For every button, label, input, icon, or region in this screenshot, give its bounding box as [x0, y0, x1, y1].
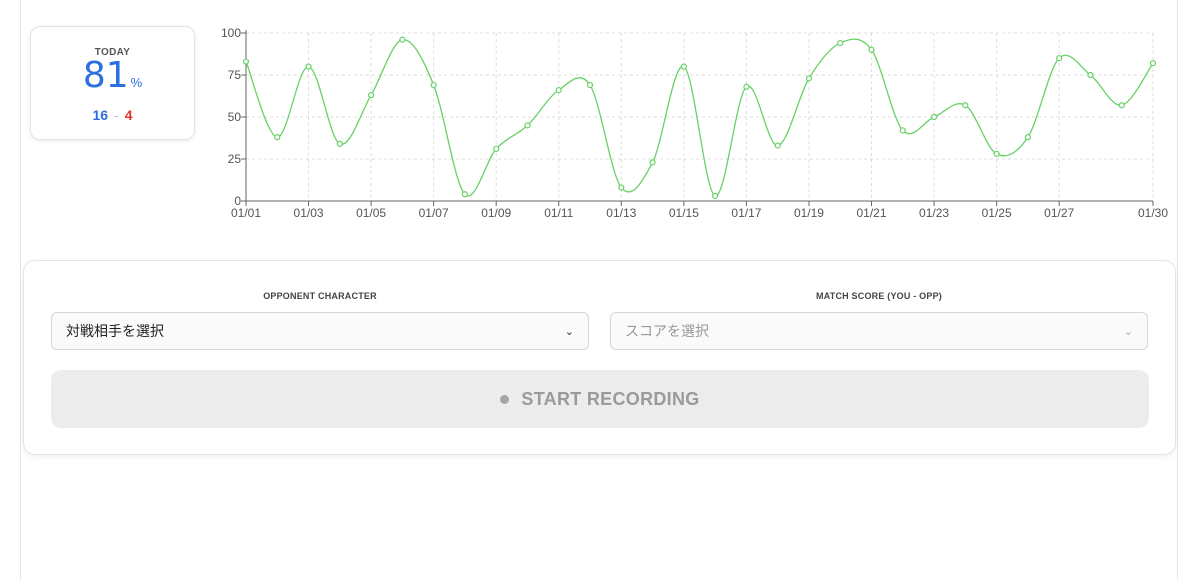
data-point [774, 142, 781, 149]
data-point [368, 92, 375, 99]
data-point [618, 184, 625, 191]
x-tick-label: 01/11 [544, 206, 573, 220]
x-tick-label: 01/19 [794, 206, 824, 220]
data-point [837, 39, 844, 47]
data-point [899, 127, 906, 134]
record-separator: - [114, 107, 119, 123]
data-point [555, 87, 562, 94]
data-point [649, 159, 656, 166]
data-point [1056, 55, 1063, 62]
today-record: 16-4 [31, 107, 194, 123]
today-win-rate-unit: % [130, 75, 143, 90]
data-point [962, 102, 969, 109]
data-point [1149, 60, 1157, 67]
x-tick-label: 01/25 [982, 206, 1012, 220]
data-point [930, 113, 938, 121]
y-tick-label: 25 [228, 152, 242, 166]
x-tick-label: 01/03 [294, 206, 324, 220]
x-tick-label: 01/27 [1044, 206, 1074, 220]
x-tick-label: 01/07 [419, 206, 449, 220]
data-point [680, 63, 687, 70]
record-dot-icon [500, 394, 510, 404]
today-win-rate: 81% [31, 58, 194, 101]
x-tick-label: 01/23 [919, 206, 949, 220]
start-recording-button[interactable]: START RECORDING [51, 370, 1149, 428]
data-point [399, 36, 406, 43]
today-wins: 16 [92, 107, 109, 123]
data-point [461, 191, 469, 198]
data-point [1087, 71, 1094, 79]
score-select[interactable]: スコアを選択 ⌄ [610, 312, 1148, 350]
x-tick-label: 01/30 [1138, 206, 1168, 220]
x-tick-label: 01/13 [606, 206, 636, 220]
data-point [430, 81, 437, 89]
data-point [586, 81, 594, 89]
record-form-card: OPPONENT CHARACTER MATCH SCORE (YOU - OP… [23, 260, 1176, 455]
x-tick-label: 01/15 [669, 206, 699, 220]
data-point [493, 145, 500, 153]
data-point [1118, 102, 1125, 109]
data-point [274, 134, 281, 141]
data-point [805, 75, 813, 82]
today-win-rate-value: 81 [82, 55, 129, 96]
data-point [712, 192, 719, 200]
x-tick-label: 01/17 [731, 206, 761, 220]
x-tick-label: 01/09 [481, 206, 511, 220]
data-point [336, 140, 343, 147]
score-select-value: スコアを選択 [625, 323, 709, 339]
chevron-down-icon: ⌄ [1123, 325, 1133, 338]
x-tick-label: 01/05 [356, 206, 386, 220]
data-point [1024, 134, 1031, 141]
opponent-label: OPPONENT CHARACTER [263, 291, 377, 301]
x-tick-label: 01/01 [231, 206, 261, 220]
start-recording-label: START RECORDING [521, 388, 700, 409]
x-tick-label: 01/21 [857, 206, 887, 220]
data-point [868, 46, 875, 53]
today-summary-card: TODAY 81% 16-4 [30, 26, 195, 140]
opponent-select-value: 対戦相手を選択 [66, 323, 164, 339]
today-losses: 4 [124, 107, 133, 123]
y-tick-label: 50 [228, 110, 242, 124]
data-point [242, 58, 250, 65]
win-rate-chart-svg: 025507510001/01 01/03 01/05 01/07 01/09 01/11… [221, 26, 1168, 220]
win-rate-chart: 0 25 50 75 100 01/01 01/03 01/05 01/07 01/09 01/11… [205, 20, 1180, 225]
data-point [524, 122, 531, 129]
y-tick-label: 100 [221, 26, 241, 40]
data-point [305, 63, 312, 70]
opponent-select[interactable]: 対戦相手を選択 ⌄ [51, 312, 589, 350]
series-line [245, 38, 1154, 197]
data-point [743, 83, 750, 90]
y-tick-label: 75 [228, 68, 242, 82]
data-point [993, 150, 1000, 158]
score-label: MATCH SCORE (YOU - OPP) [816, 291, 942, 301]
chevron-down-icon: ⌄ [564, 325, 574, 338]
